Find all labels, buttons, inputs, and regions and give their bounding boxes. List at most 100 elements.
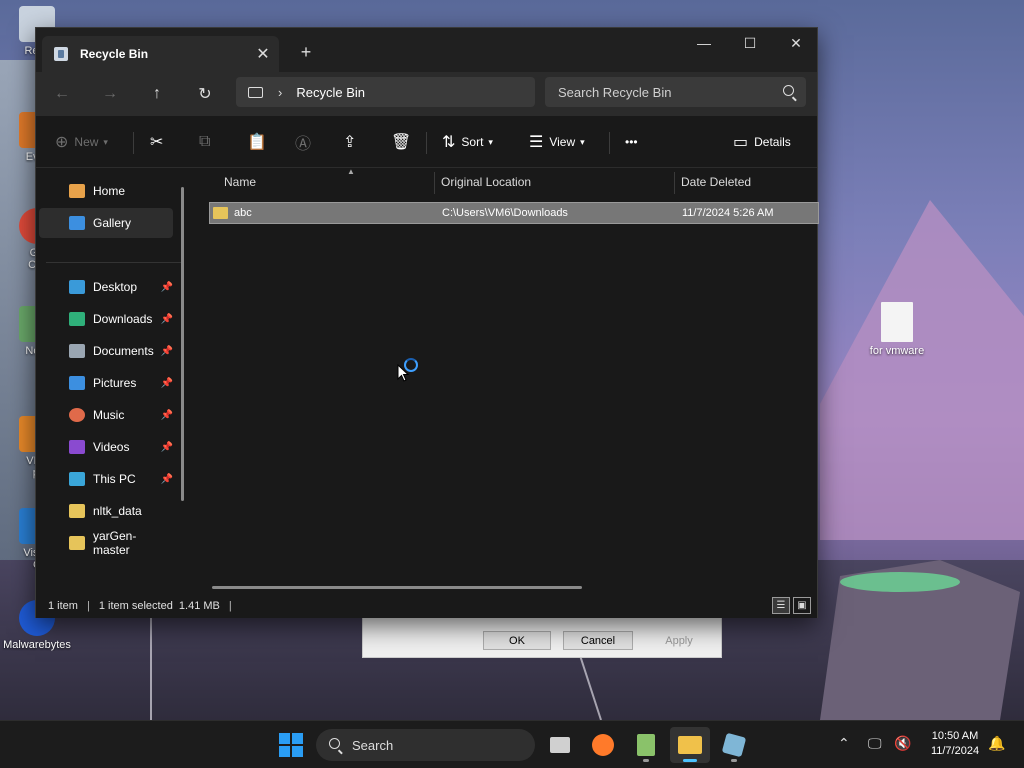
pin-icon[interactable]: 📌 [161,346,173,357]
sidebar-item-this-pc[interactable]: This PC 📌 [39,464,173,494]
minimize-button[interactable]: — [681,28,727,58]
navigation-pane: Home Gallery Desktop 📌 Downloads 📌 Docum… [36,169,186,594]
wallpaper-shape [840,572,960,592]
sidebar-item-home[interactable]: Home [39,176,173,206]
sidebar-scrollbar[interactable] [181,187,184,501]
downloads-icon [69,312,85,326]
task-view-button[interactable] [540,727,580,763]
divider: | [86,600,90,612]
copy-icon: ⧉ [199,133,211,150]
folder-icon [213,207,228,219]
sidebar-item-music[interactable]: Music 📌 [39,400,173,430]
windows-logo-icon [279,733,290,744]
volume-muted-icon[interactable]: 🔇 [894,735,911,752]
column-header-original-location[interactable]: Original Location [434,169,674,195]
delete-button[interactable]: 🗑 [391,128,417,156]
sidebar-item-yargen-master[interactable]: yarGen-master [39,528,173,558]
chevron-down-icon: ▾ [488,136,493,147]
desktop-icon-label: for vmware [869,345,925,357]
home-icon [69,184,85,198]
ok-button[interactable]: OK [483,631,551,650]
more-options-button[interactable]: ••• [625,128,638,156]
copy-button[interactable]: ⧉ [199,128,216,156]
sort-button[interactable]: ⇅ Sort ▾ [442,128,493,156]
taskbar: Search ⌃ 🖵 🔇 10:50 AM 11/7/2024 🔔 [0,720,1024,768]
close-tab-button[interactable]: ✕ [251,42,275,66]
taskbar-notepad[interactable] [626,727,666,763]
desktop-icon-for-vmware[interactable]: for vmware [862,302,932,357]
divider [609,132,610,154]
tab-recycle-bin[interactable]: Recycle Bin ✕ [42,36,279,72]
pin-icon[interactable]: 📌 [161,314,173,325]
details-label: Details [754,135,791,149]
wallpaper-shape [820,200,1024,540]
back-button[interactable]: ← [45,79,79,109]
desktop-icon [69,280,85,294]
file-list: Name ▲ Original Location Date Deleted ab… [193,167,819,594]
chevron-right-icon[interactable]: › [278,85,282,100]
search-input[interactable]: Search Recycle Bin [545,77,806,107]
sidebar-item-nltk-data[interactable]: nltk_data [39,496,173,526]
details-view-icon[interactable]: ☰ [772,597,790,614]
table-row[interactable]: abc C:\Users\VM6\Downloads 11/7/2024 5:2… [209,202,819,224]
cut-button[interactable]: ✂ [150,128,169,156]
pin-icon[interactable]: 📌 [161,442,173,453]
pin-icon[interactable]: 📌 [161,282,173,293]
maximize-button[interactable]: ☐ [727,28,773,58]
breadcrumb-recycle-bin[interactable]: Recycle Bin [296,85,365,100]
new-button[interactable]: ⊕ New ▾ [55,128,108,156]
chevron-down-icon: ▾ [103,136,108,147]
paste-button[interactable]: 📋 [247,128,273,156]
column-header-name[interactable]: Name ▲ [217,167,432,195]
notification-bell-icon[interactable]: 🔔 [988,735,1005,752]
apply-button: Apply [645,631,713,650]
sidebar-item-documents[interactable]: Documents 📌 [39,336,173,366]
chevron-up-icon[interactable]: ⌃ [838,735,850,752]
network-icon[interactable]: 🖵 [868,735,882,752]
divider [426,132,427,154]
details-button[interactable]: ▭ Details [733,128,791,156]
pin-icon[interactable]: 📌 [161,410,173,421]
address-bar[interactable]: › Recycle Bin [236,77,535,107]
share-button[interactable]: ⇪ [343,128,362,156]
horizontal-scrollbar[interactable] [212,586,582,589]
sidebar-item-videos[interactable]: Videos 📌 [39,432,173,462]
taskbar-search[interactable]: Search [316,729,535,761]
windows-logo-icon [292,733,303,744]
sidebar-item-label: yarGen-master [93,529,137,557]
pictures-icon [69,376,85,390]
file-explorer-icon [678,736,702,754]
close-window-button[interactable]: ✕ [773,28,819,58]
sidebar-item-label: Downloads [93,312,153,326]
column-header-date-deleted[interactable]: Date Deleted [674,169,819,195]
forward-button[interactable]: → [93,79,127,109]
start-button[interactable] [279,733,303,757]
running-indicator [731,759,737,762]
pin-icon[interactable]: 📌 [161,474,173,485]
cancel-button[interactable]: Cancel [563,631,633,650]
status-bar: 1 item | 1 item selected 1.41 MB | ☰ ▣ [36,594,817,618]
sidebar-item-label: Gallery [93,216,132,230]
clock-time: 10:50 AM [931,730,979,742]
rename-button[interactable]: Ⓐ [295,128,317,156]
sidebar-item-label: This PC [93,472,136,486]
sidebar-item-downloads[interactable]: Downloads 📌 [39,304,173,334]
app-icon [721,732,747,758]
up-button[interactable]: ↑ [140,79,174,109]
pin-icon[interactable]: 📌 [161,378,173,389]
divider: | [228,600,232,612]
sort-label: Sort [461,135,484,149]
new-tab-button[interactable]: + [294,40,318,64]
view-button[interactable]: ☰ View ▾ [529,128,585,156]
sidebar-item-desktop[interactable]: Desktop 📌 [39,272,173,302]
taskbar-file-explorer[interactable] [670,727,710,763]
sidebar-item-pictures[interactable]: Pictures 📌 [39,368,173,398]
videos-icon [69,440,85,454]
large-icons-view-icon[interactable]: ▣ [793,597,811,614]
clock[interactable]: 10:50 AM 11/7/2024 [920,729,990,759]
taskbar-app[interactable] [714,727,754,763]
clock-date: 11/7/2024 [930,745,980,757]
taskbar-firefox[interactable] [583,727,623,763]
refresh-button[interactable]: ↻ [188,79,222,109]
sidebar-item-gallery[interactable]: Gallery [39,208,173,238]
